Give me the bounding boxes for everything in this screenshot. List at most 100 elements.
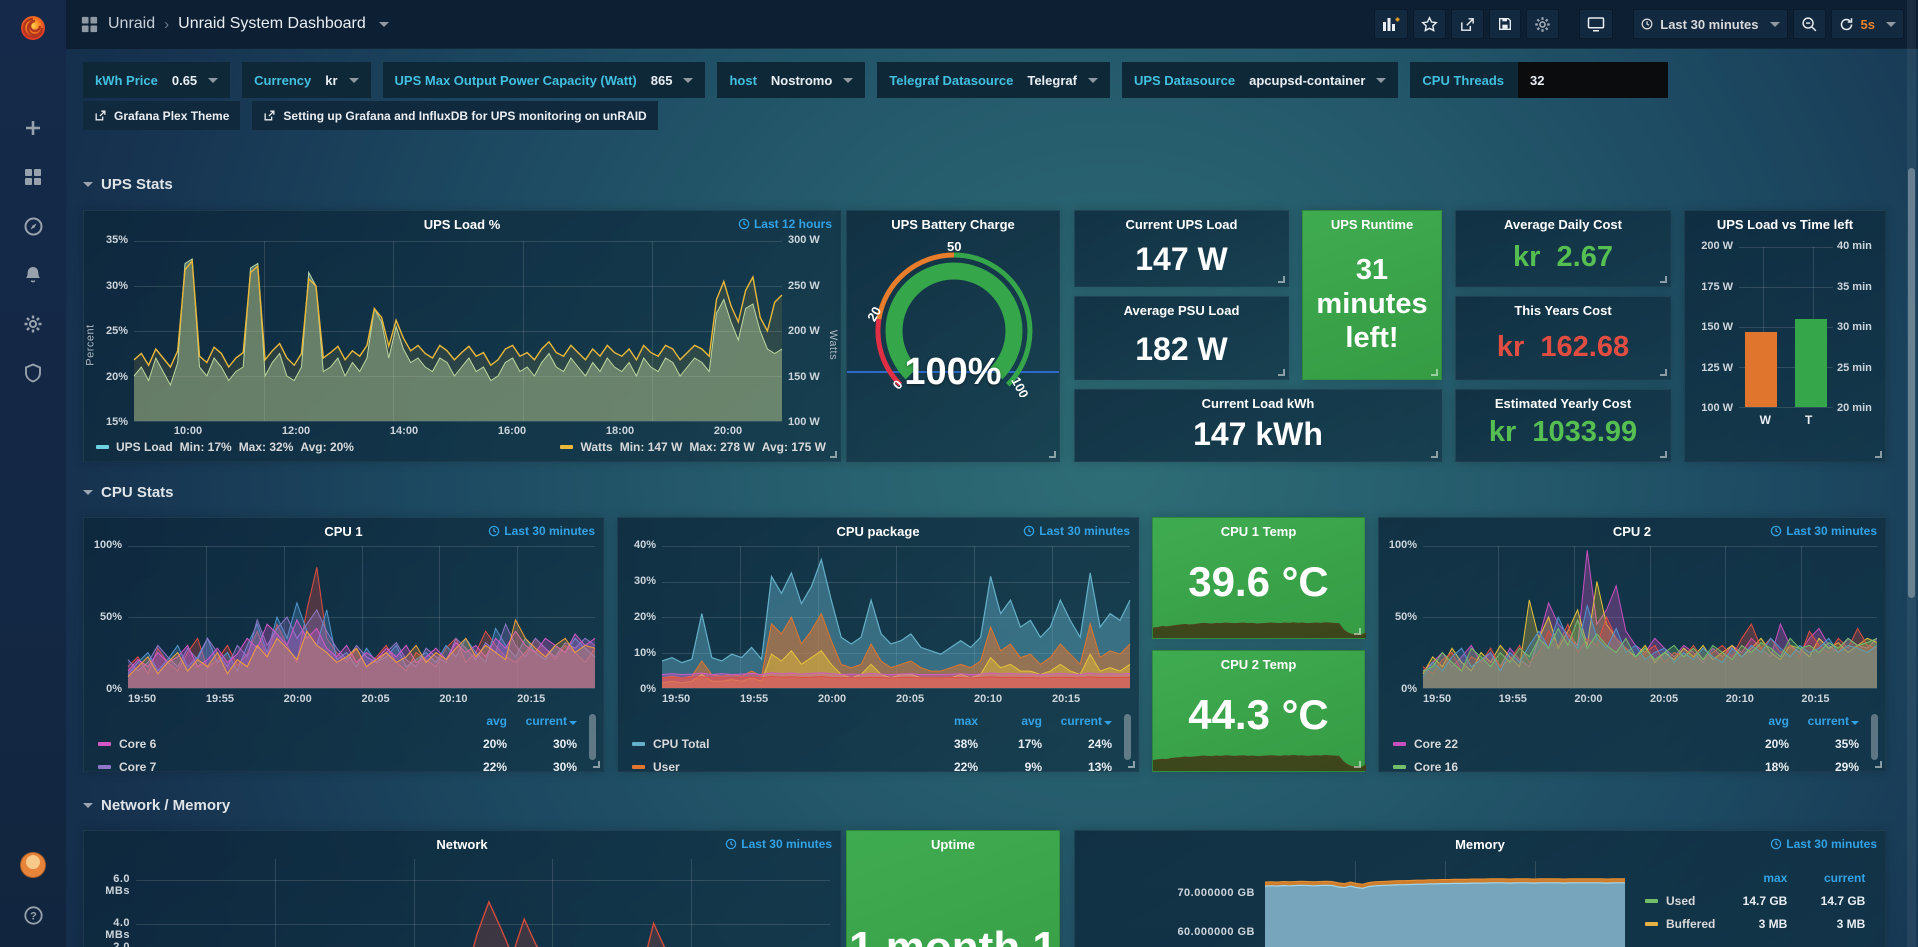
x-ticks: 19:5019:5520:0020:0520:1020:15 bbox=[128, 693, 595, 705]
panel-cpu1-temp: CPU 1 Temp 39.6 °C bbox=[1152, 517, 1365, 639]
legend-col-current[interactable]: current bbox=[1787, 871, 1865, 885]
add-panel-button[interactable] bbox=[1374, 9, 1408, 39]
alerting-icon[interactable] bbox=[0, 253, 66, 297]
panel-title[interactable]: CPU 1 Temp bbox=[1153, 524, 1364, 539]
variable-value-dropdown[interactable]: Telegraf bbox=[1027, 73, 1098, 88]
legend-col-avg[interactable]: avg bbox=[443, 714, 507, 728]
panel-title[interactable]: Average PSU Load bbox=[1075, 303, 1288, 318]
panel-title[interactable]: Estimated Yearly Cost bbox=[1456, 396, 1670, 411]
legend-series[interactable]: Buffered bbox=[1645, 917, 1715, 931]
panel-title[interactable]: Memory bbox=[1075, 837, 1885, 852]
grafana-dashboard: { "nav": { "breadcrumb": { "app": "Unrai… bbox=[0, 0, 1918, 947]
legend-scrollbar[interactable] bbox=[1124, 714, 1131, 760]
save-button[interactable] bbox=[1489, 9, 1521, 39]
panel-title[interactable]: This Years Cost bbox=[1456, 303, 1670, 318]
legend-col-current[interactable]: current bbox=[1789, 714, 1859, 728]
y-ticks: 40%30%20%10%0% bbox=[618, 539, 656, 695]
network-chart[interactable] bbox=[136, 859, 830, 947]
legend-series[interactable]: Core 7 bbox=[98, 760, 443, 774]
variable-kwh-price: kWh Price 0.65 bbox=[83, 62, 230, 98]
refresh-picker[interactable]: 5s bbox=[1831, 9, 1904, 39]
legend-watts[interactable]: Watts Min: 147 W Max: 278 W Avg: 175 W bbox=[560, 440, 826, 454]
section-cpu-stats[interactable]: CPU Stats bbox=[83, 484, 174, 501]
panel-time-label[interactable]: Last 30 minutes bbox=[1023, 524, 1130, 538]
panel-time-label[interactable]: Last 30 minutes bbox=[1770, 837, 1877, 851]
dashboard-links-row: Grafana Plex Theme Setting up Grafana an… bbox=[83, 101, 658, 130]
legend-scrollbar[interactable] bbox=[1871, 714, 1878, 760]
dashboards-icon[interactable] bbox=[0, 155, 66, 199]
legend-series[interactable]: Core 22 bbox=[1393, 737, 1725, 751]
panel-title[interactable]: UPS Load % bbox=[84, 217, 840, 232]
panel-title[interactable]: UPS Battery Charge bbox=[847, 217, 1059, 232]
legend-series[interactable]: Core 6 bbox=[98, 737, 443, 751]
variable-value-dropdown[interactable]: 865 bbox=[651, 73, 694, 88]
server-admin-shield-icon[interactable] bbox=[0, 351, 66, 395]
legend-col-avg[interactable]: avg bbox=[978, 714, 1042, 728]
cpu2-temp-sparkline bbox=[1153, 739, 1366, 771]
configuration-icon[interactable] bbox=[0, 302, 66, 346]
panel-time-label[interactable]: Last 30 minutes bbox=[488, 524, 595, 538]
cycle-view-button[interactable] bbox=[1579, 9, 1613, 39]
cpu2-chart[interactable] bbox=[1423, 546, 1877, 688]
bar-W[interactable] bbox=[1745, 332, 1777, 407]
share-icon bbox=[1459, 16, 1476, 33]
ups-load-chart[interactable] bbox=[134, 241, 782, 421]
panel-title[interactable]: UPS Load vs Time left bbox=[1685, 217, 1885, 232]
panel-title[interactable]: Uptime bbox=[847, 837, 1059, 852]
section-ups-stats[interactable]: UPS Stats bbox=[83, 176, 173, 193]
variable-label: Telegraf Datasource bbox=[889, 73, 1013, 88]
link-grafana-influxdb-ups[interactable]: Setting up Grafana and InfluxDB for UPS … bbox=[252, 101, 657, 130]
panel-title[interactable]: Current Load kWh bbox=[1075, 396, 1441, 411]
time-range-picker[interactable]: Last 30 minutes bbox=[1633, 9, 1787, 39]
memory-chart[interactable] bbox=[1265, 861, 1625, 947]
legend-series[interactable]: CPU Total bbox=[632, 737, 914, 751]
cpu1-chart[interactable] bbox=[128, 546, 595, 688]
legend-ups-load[interactable]: UPS Load Min: 17% Max: 32% Avg: 20% bbox=[96, 440, 354, 454]
settings-button[interactable] bbox=[1526, 9, 1559, 39]
panel-time-label[interactable]: Last 12 hours bbox=[738, 217, 832, 231]
bar-T[interactable] bbox=[1795, 319, 1827, 407]
create-icon[interactable] bbox=[0, 106, 66, 150]
user-avatar[interactable] bbox=[0, 843, 66, 887]
variable-value-dropdown[interactable]: 0.65 bbox=[172, 73, 218, 88]
breadcrumb-page[interactable]: Unraid System Dashboard bbox=[178, 15, 366, 33]
scrollbar-thumb[interactable] bbox=[1908, 168, 1915, 598]
legend-col-max[interactable]: max bbox=[1715, 871, 1787, 885]
breadcrumb-caret-icon[interactable] bbox=[379, 22, 389, 27]
cpu-package-chart[interactable] bbox=[662, 546, 1130, 688]
panel-title[interactable]: Average Daily Cost bbox=[1456, 217, 1670, 232]
legend-col-max[interactable]: max bbox=[914, 714, 978, 728]
page-scrollbar[interactable] bbox=[1907, 0, 1916, 947]
ups-vs-time-bars[interactable] bbox=[1739, 247, 1833, 407]
grafana-logo[interactable] bbox=[0, 8, 66, 48]
variable-value-dropdown[interactable]: kr bbox=[325, 73, 358, 88]
legend-col-current[interactable]: current bbox=[507, 714, 577, 728]
legend-series[interactable]: User bbox=[632, 760, 914, 774]
panel-title[interactable]: Current UPS Load bbox=[1075, 217, 1288, 232]
panel-time-label[interactable]: Last 30 minutes bbox=[1770, 524, 1877, 538]
variable-label: CPU Threads bbox=[1422, 73, 1504, 88]
help-icon[interactable]: ? bbox=[0, 893, 66, 937]
variable-value-dropdown[interactable]: Nostromo bbox=[771, 73, 853, 88]
stat-value: 39.6 °C bbox=[1153, 558, 1364, 606]
star-button[interactable] bbox=[1413, 9, 1446, 39]
legend-series[interactable]: Core 16 bbox=[1393, 760, 1725, 774]
panel-ups-load: UPS Load % Last 12 hours Percent Watts 3… bbox=[83, 210, 841, 462]
legend-series[interactable]: Used bbox=[1645, 894, 1715, 908]
variable-ups-datasource: UPS Datasource apcupsd-container bbox=[1122, 62, 1398, 98]
legend-col-avg[interactable]: avg bbox=[1725, 714, 1789, 728]
share-button[interactable] bbox=[1451, 9, 1484, 39]
panel-title[interactable]: UPS Runtime bbox=[1303, 217, 1441, 232]
breadcrumb[interactable]: Unraid › Unraid System Dashboard bbox=[80, 15, 389, 34]
breadcrumb-app[interactable]: Unraid bbox=[108, 15, 155, 33]
explore-icon[interactable] bbox=[0, 204, 66, 248]
section-network-memory[interactable]: Network / Memory bbox=[83, 797, 230, 814]
variable-value-dropdown[interactable]: apcupsd-container bbox=[1249, 73, 1386, 88]
link-grafana-plex-theme[interactable]: Grafana Plex Theme bbox=[83, 101, 240, 130]
cpu-threads-input[interactable] bbox=[1518, 62, 1668, 98]
panel-time-label[interactable]: Last 30 minutes bbox=[725, 837, 832, 851]
zoom-out-button[interactable] bbox=[1793, 9, 1826, 39]
panel-title[interactable]: CPU 2 Temp bbox=[1153, 657, 1364, 672]
legend-scrollbar[interactable] bbox=[589, 714, 596, 760]
legend-col-current[interactable]: current bbox=[1042, 714, 1112, 728]
